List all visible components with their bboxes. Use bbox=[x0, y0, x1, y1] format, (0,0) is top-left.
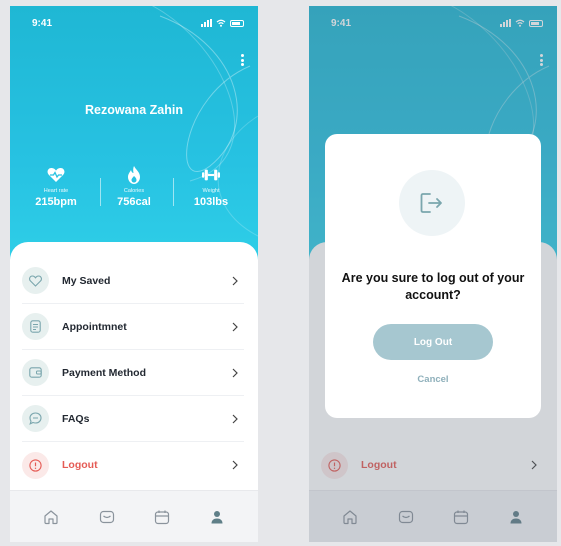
dialog-title: Are you sure to log out of your account? bbox=[341, 271, 525, 302]
status-time: 9:41 bbox=[32, 18, 53, 29]
menu-item-appointment[interactable]: Appointmnet bbox=[22, 304, 244, 350]
wifi-icon bbox=[216, 19, 226, 27]
menu-item-label: FAQs bbox=[62, 412, 90, 425]
menu-item-label: My Saved bbox=[62, 274, 111, 287]
more-options-icon[interactable] bbox=[241, 54, 244, 66]
logout-icon bbox=[399, 170, 465, 236]
chevron-right-icon bbox=[232, 460, 238, 470]
stat-value: 756cal bbox=[117, 196, 151, 208]
health-stats: Heart rate 215bpm Calories 756cal Weight… bbox=[10, 166, 258, 216]
menu-item-label: Payment Method bbox=[62, 366, 147, 379]
stat-label: Calories bbox=[123, 188, 145, 194]
stat-divider bbox=[100, 178, 101, 206]
document-icon bbox=[22, 313, 49, 340]
home-icon[interactable] bbox=[43, 509, 59, 525]
chat-icon bbox=[22, 405, 49, 432]
status-bar: 9:41 bbox=[10, 18, 258, 32]
profile-header: 9:41 Rezowana Zahin Heart rate 215bpm Ca… bbox=[10, 6, 258, 268]
alert-icon bbox=[22, 451, 49, 479]
profile-screen: 9:41 Rezowana Zahin Heart rate 215bpm Ca… bbox=[10, 6, 258, 542]
heart-icon bbox=[22, 267, 49, 294]
log-out-button[interactable]: Log Out bbox=[373, 324, 493, 360]
menu-item-my-saved[interactable]: My Saved bbox=[22, 258, 244, 304]
screenshot-canvas: 9:41 Rezowana Zahin Heart rate 215bpm Ca… bbox=[0, 0, 561, 546]
calories-flame-icon bbox=[125, 166, 143, 184]
cancel-button[interactable]: Cancel bbox=[325, 374, 541, 385]
signal-icon bbox=[201, 19, 212, 27]
menu-sheet: My Saved Appointmnet Payment Method FAQs… bbox=[10, 242, 258, 492]
user-icon[interactable] bbox=[209, 509, 225, 525]
chevron-right-icon bbox=[232, 276, 238, 285]
stat-value: 103lbs bbox=[193, 196, 229, 208]
bottom-tab-bar bbox=[10, 490, 258, 542]
stat-heart-rate: Heart rate 215bpm bbox=[26, 166, 86, 208]
stat-label: Weight bbox=[202, 188, 220, 194]
dumbbell-icon bbox=[202, 166, 220, 184]
message-icon[interactable] bbox=[99, 509, 115, 525]
stat-calories: Calories 756cal bbox=[104, 166, 164, 208]
menu-item-logout[interactable]: Logout bbox=[22, 442, 244, 488]
logout-confirm-dialog: Are you sure to log out of your account?… bbox=[325, 134, 541, 418]
stat-value: 215bpm bbox=[35, 196, 77, 208]
battery-icon bbox=[230, 19, 244, 27]
chevron-right-icon bbox=[232, 322, 238, 331]
chevron-right-icon bbox=[232, 368, 238, 377]
heart-rate-icon bbox=[47, 166, 65, 184]
status-icons bbox=[201, 19, 244, 27]
chevron-right-icon bbox=[232, 414, 238, 423]
stat-label: Heart rate bbox=[43, 188, 69, 194]
menu-item-label: Logout bbox=[62, 459, 98, 471]
decorative-swirl bbox=[151, 6, 258, 237]
menu-item-label: Appointmnet bbox=[62, 320, 127, 333]
menu-item-faqs[interactable]: FAQs bbox=[22, 396, 244, 442]
stat-divider bbox=[173, 178, 174, 206]
calendar-icon[interactable] bbox=[154, 509, 170, 525]
stat-weight: Weight 103lbs bbox=[181, 166, 241, 208]
wallet-icon bbox=[22, 359, 49, 386]
logout-confirm-screen: 9:41 Logout Are you sure to log out of y… bbox=[309, 6, 557, 542]
profile-name: Rezowana Zahin bbox=[85, 103, 183, 117]
menu-item-payment-method[interactable]: Payment Method bbox=[22, 350, 244, 396]
